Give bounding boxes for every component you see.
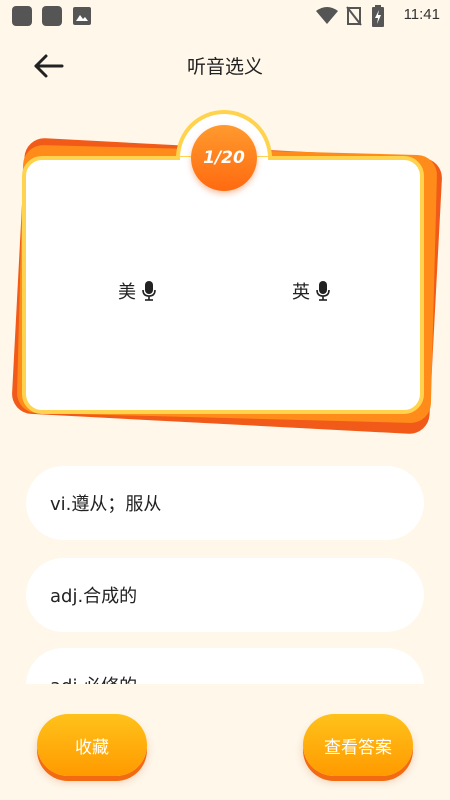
option-item[interactable]: adj.合成的 (26, 558, 424, 632)
pronounce-uk-label: 英 (292, 282, 310, 303)
notification-icon (42, 6, 62, 26)
no-signal-icon (346, 6, 362, 26)
page-title: 听音选义 (186, 56, 263, 78)
image-icon (73, 7, 91, 25)
notification-icon (12, 6, 32, 26)
battery-charging-icon (372, 5, 384, 27)
pronounce-us-button[interactable]: 美 (118, 278, 156, 304)
favorite-button[interactable]: 收藏 (37, 714, 147, 776)
wifi-icon (316, 7, 338, 24)
pronounce-us-label: 美 (118, 282, 136, 303)
options-list: vi.遵从；服从 adj.合成的 adj.必修的 (0, 450, 450, 684)
view-answer-button[interactable]: 查看答案 (303, 714, 413, 776)
microphone-icon (142, 281, 156, 301)
microphone-icon (316, 281, 330, 301)
option-item[interactable]: vi.遵从；服从 (26, 466, 424, 540)
progress-badge: 1/20 (191, 125, 257, 191)
status-bar: 11:41 (0, 0, 450, 32)
pronounce-uk-button[interactable]: 英 (292, 278, 330, 304)
option-item[interactable]: adj.必修的 (26, 648, 424, 684)
status-time: 11:41 (403, 6, 440, 23)
